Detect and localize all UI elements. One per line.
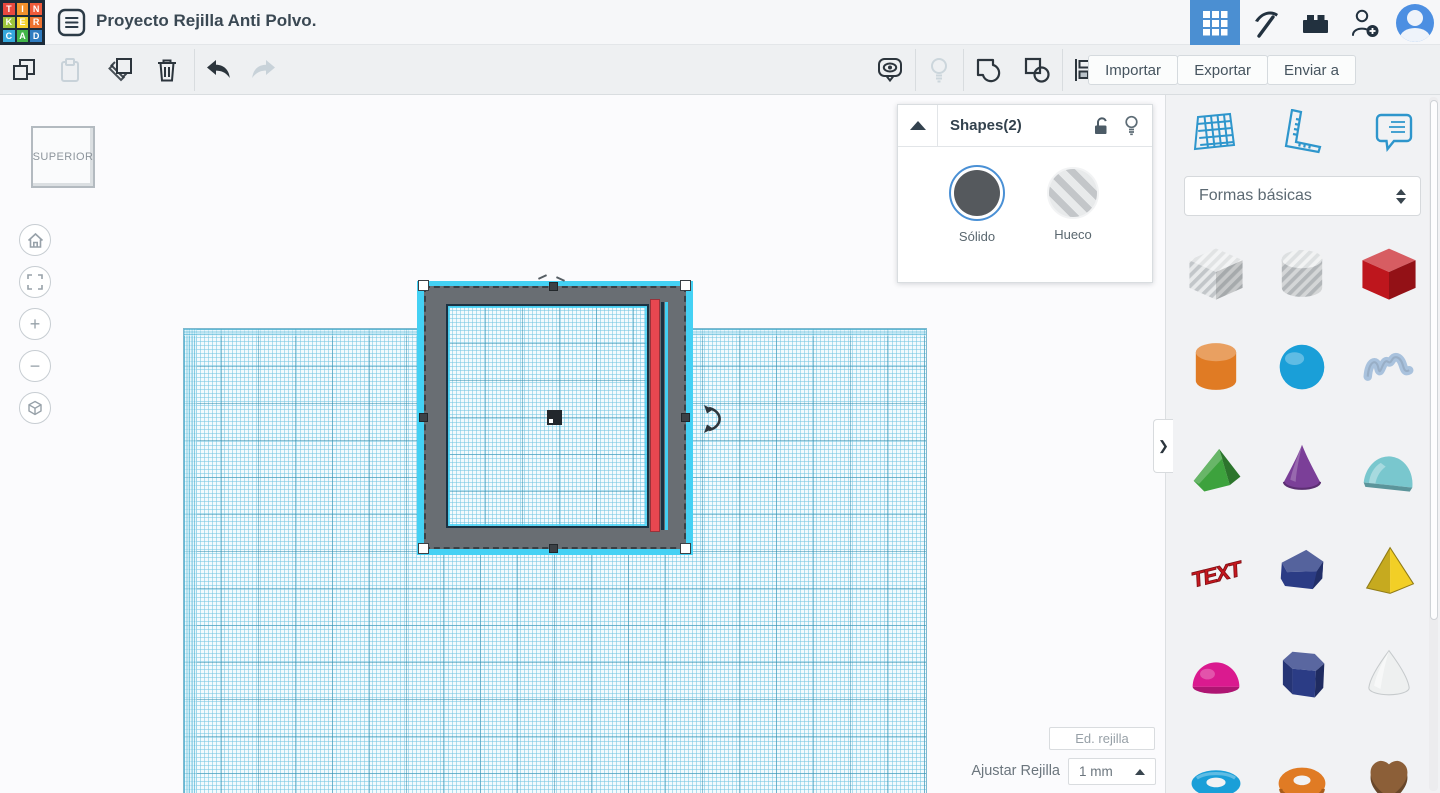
snap-grid-dropdown[interactable]: 1 mm (1068, 758, 1156, 785)
undo-icon[interactable] (196, 48, 240, 92)
group-icon[interactable] (966, 48, 1010, 92)
pickaxe-icon[interactable] (1240, 0, 1290, 45)
shape-sphere[interactable] (1268, 332, 1336, 400)
shape-cylinder-hole[interactable] (1268, 239, 1336, 307)
scale-handle-sw[interactable] (418, 543, 429, 554)
sidebar-scrollbar[interactable] (1429, 97, 1438, 791)
send-to-button[interactable]: Enviar a (1267, 55, 1356, 85)
toolbar: Importar Exportar Enviar a (0, 45, 1440, 95)
zoom-out-icon[interactable]: − (19, 350, 51, 382)
logo-tile: T (3, 3, 15, 15)
shape-paraboloid[interactable] (1355, 639, 1423, 707)
hollow-label: Hueco (1028, 227, 1118, 242)
ungroup-icon[interactable] (1015, 48, 1059, 92)
redo-icon[interactable] (242, 48, 286, 92)
workplane-edge (184, 329, 197, 793)
workplane-icon[interactable] (1184, 107, 1244, 157)
home-icon[interactable] (19, 224, 51, 256)
snap-grid-label: Ajustar Rejilla (900, 763, 1060, 779)
svg-text:TEXT: TEXT (1189, 556, 1246, 592)
scale-handle-se[interactable] (680, 543, 691, 554)
sidebar-collapse-tab[interactable]: ❯ (1153, 419, 1173, 473)
solid-option[interactable]: Sólido (932, 165, 1022, 244)
shape-category-dropdown[interactable]: Formas básicas (1184, 176, 1421, 216)
object-inner-highlight (665, 302, 668, 530)
logo-tile: D (30, 30, 42, 42)
logo-tile: C (3, 30, 15, 42)
scale-handle-nw[interactable] (418, 280, 429, 291)
shape-box[interactable] (1355, 239, 1423, 307)
hollow-option[interactable]: Hueco (1028, 165, 1118, 242)
shape-torus[interactable] (1182, 741, 1250, 793)
perspective-icon[interactable] (19, 392, 51, 424)
notes-icon[interactable] (1364, 107, 1424, 157)
logo-tile: I (17, 3, 29, 15)
caret-up-icon (1135, 769, 1145, 775)
logo-tile: R (30, 17, 42, 29)
delete-icon[interactable] (145, 48, 189, 92)
object-inner-edge (661, 302, 664, 530)
inspector-title: Shapes(2) (938, 117, 1086, 134)
edit-grid-button[interactable]: Ed. rejilla (1049, 727, 1155, 750)
top-bar: TIN KER CAD Proyecto Rejilla Anti Polvo. (0, 0, 1440, 45)
scale-handle-n[interactable] (549, 282, 558, 291)
export-button[interactable]: Exportar (1177, 55, 1268, 85)
object-center-handle[interactable] (547, 410, 562, 425)
shape-cylinder[interactable] (1182, 332, 1250, 400)
zoom-in-icon[interactable]: + (19, 308, 51, 340)
show-all-icon[interactable] (868, 48, 912, 92)
copy-icon[interactable] (2, 48, 46, 92)
scale-handle-s[interactable] (549, 544, 558, 553)
shape-donut[interactable] (1268, 741, 1336, 793)
paste-icon[interactable] (48, 48, 92, 92)
scale-handle-ne[interactable] (680, 280, 691, 291)
invite-person-icon[interactable] (1340, 0, 1390, 45)
shape-half-cylinder[interactable] (1355, 433, 1423, 501)
collapse-panel-icon[interactable] (898, 105, 938, 147)
snap-grid-value: 1 mm (1079, 764, 1135, 779)
shape-roof[interactable] (1182, 433, 1250, 501)
shape-box-hole[interactable] (1182, 239, 1250, 307)
hide-bulb-icon[interactable] (917, 48, 961, 92)
logo-tile: A (17, 30, 29, 42)
shape-scribble[interactable] (1355, 332, 1423, 400)
solid-label: Sólido (932, 229, 1022, 244)
shape-polygon[interactable] (1268, 536, 1336, 604)
shape-hex-prism[interactable] (1268, 639, 1336, 707)
logo-tile: E (17, 17, 29, 29)
duplicate-icon[interactable] (98, 48, 142, 92)
shape-text[interactable]: TEXT (1182, 536, 1250, 604)
avatar[interactable] (1390, 0, 1440, 45)
logo-tile: K (3, 17, 15, 29)
solid-swatch[interactable] (949, 165, 1005, 221)
project-title[interactable]: Proyecto Rejilla Anti Polvo. (96, 11, 316, 31)
scale-handle-w[interactable] (419, 413, 428, 422)
view-cube[interactable]: SUPERIOR (31, 126, 95, 188)
shape-hemisphere[interactable] (1182, 639, 1250, 707)
inspector-header: Shapes(2) (898, 105, 1152, 147)
shape-heart[interactable] (1355, 741, 1423, 793)
header-right-icons (1190, 0, 1440, 45)
ruler-icon[interactable] (1272, 107, 1332, 157)
import-button[interactable]: Importar (1088, 55, 1178, 85)
design-menu-icon[interactable] (57, 8, 86, 37)
inspector-panel: Shapes(2) Sólido Hueco (897, 104, 1153, 283)
dropdown-arrows-icon (1396, 189, 1406, 204)
shapes-sidebar: Formas básicas TEXT (1165, 95, 1440, 793)
logo-tile: N (30, 3, 42, 15)
scale-handle-e[interactable] (681, 413, 690, 422)
fit-view-icon[interactable] (19, 266, 51, 298)
shape-cone[interactable] (1268, 433, 1336, 501)
unlock-icon[interactable] (1086, 105, 1116, 147)
apps-grid-icon[interactable] (1190, 0, 1240, 45)
bulb-icon[interactable] (1116, 105, 1146, 147)
object-red-slat[interactable] (650, 299, 660, 532)
rotate-handle-icon[interactable] (702, 402, 728, 436)
tinkercad-logo[interactable]: TIN KER CAD (0, 0, 45, 45)
brick-icon[interactable] (1290, 0, 1340, 45)
shape-pyramid[interactable] (1355, 536, 1423, 604)
hollow-swatch[interactable] (1047, 167, 1099, 219)
scrollbar-thumb[interactable] (1430, 100, 1438, 620)
shape-category-value: Formas básicas (1199, 187, 1396, 205)
